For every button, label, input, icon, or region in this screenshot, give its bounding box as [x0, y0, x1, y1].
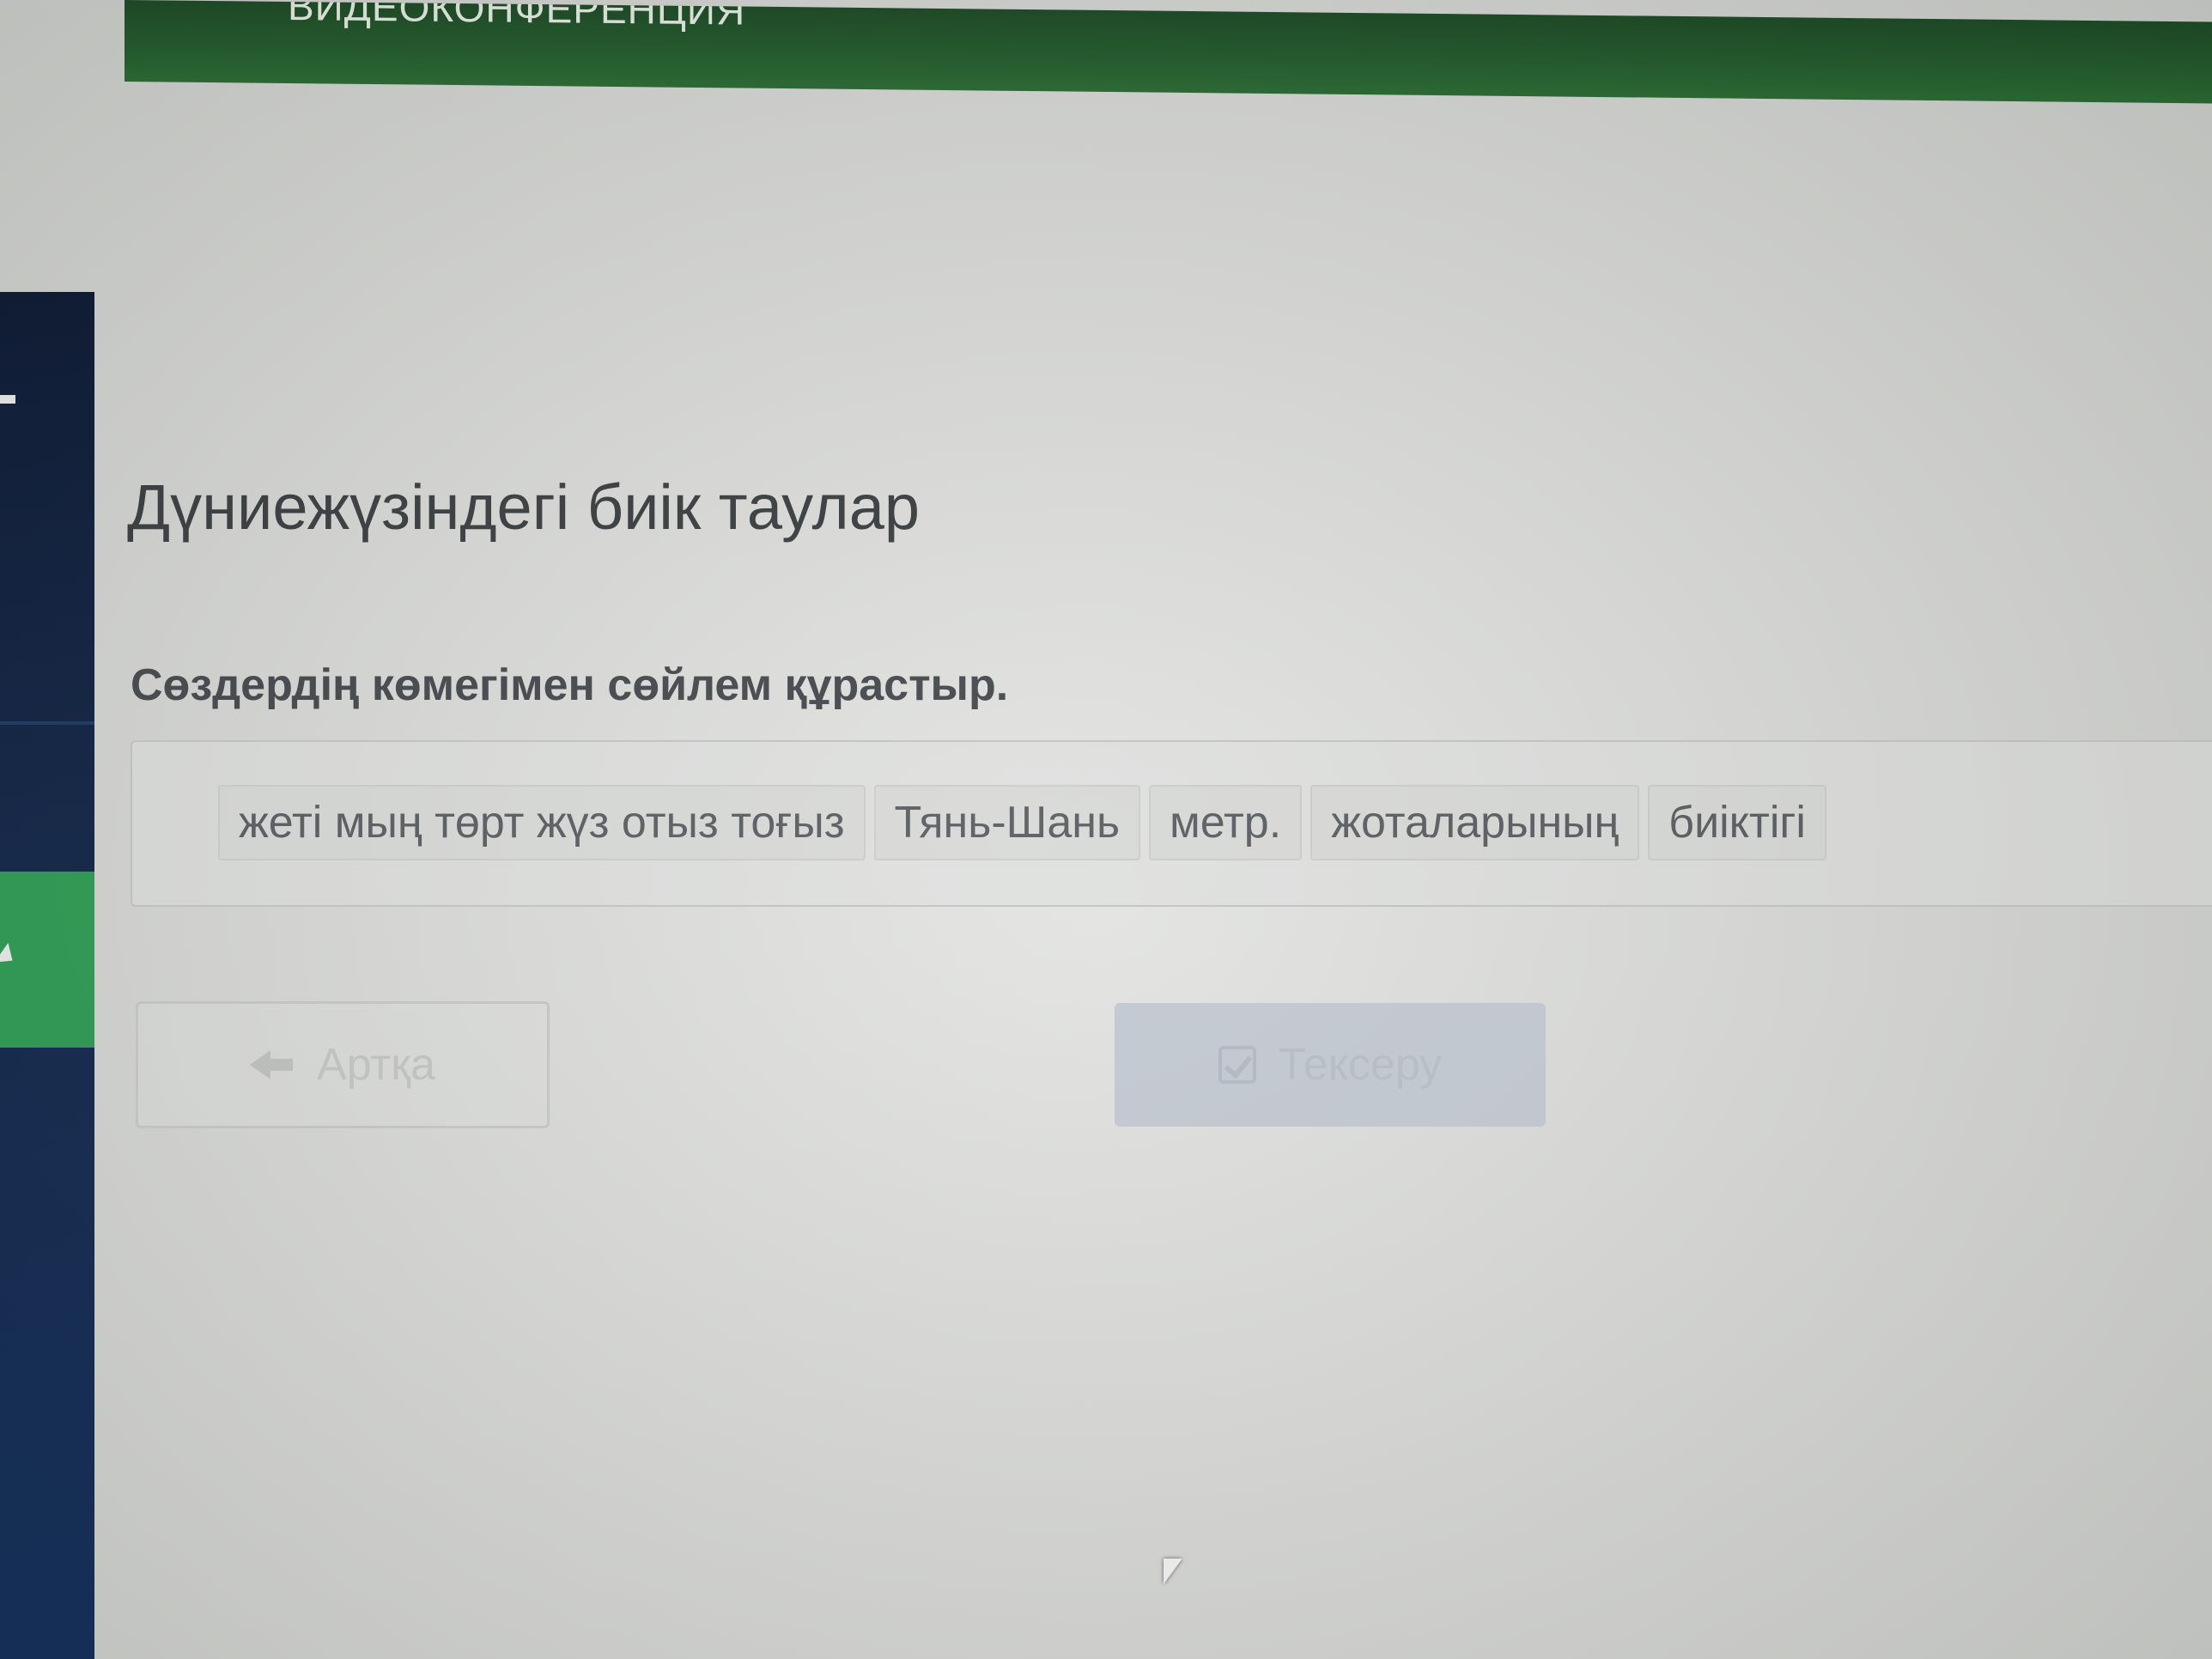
page-title: Дүниежүзіндегі биік таулар	[127, 471, 921, 543]
word-chip[interactable]: метр.	[1149, 785, 1303, 860]
word-bank: жеті мың төрт жүз отыз тоғыз Тянь-Шань м…	[218, 785, 1826, 860]
header-title: ВИДЕОКОНФЕРЕНЦИЯ	[288, 0, 746, 33]
word-chip[interactable]: жеті мың төрт жүз отыз тоғыз	[218, 785, 866, 860]
word-chip[interactable]: Тянь-Шань	[873, 785, 1141, 860]
check-button[interactable]: Тексеру	[1115, 1003, 1546, 1127]
back-button[interactable]: Артқа	[136, 1001, 550, 1128]
screen: ВИДЕОКОНФЕРЕНЦИЯ Дүниежүзіндегі биік тау…	[0, 0, 2212, 1659]
top-strip	[0, 0, 125, 10]
sidebar-active-item[interactable]	[0, 872, 94, 1048]
word-chip[interactable]: биіктігі	[1648, 785, 1826, 860]
sentence-builder-area[interactable]: жеті мың төрт жүз отыз тоғыз Тянь-Шань м…	[131, 740, 2212, 907]
task-instruction: Сөздердің көмегімен сөйлем құрастыр.	[131, 660, 1009, 710]
back-button-label: Артқа	[317, 1040, 435, 1090]
sidebar-divider	[0, 721, 94, 725]
check-button-label: Тексеру	[1278, 1040, 1443, 1090]
check-icon	[1218, 1046, 1256, 1084]
arrow-left-icon	[250, 1050, 294, 1079]
left-sidebar[interactable]	[0, 292, 94, 1659]
top-header: ВИДЕОКОНФЕРЕНЦИЯ	[125, 0, 2212, 104]
mouse-cursor-icon	[1164, 1559, 1182, 1584]
word-chip[interactable]: жоталарының	[1310, 785, 1640, 860]
sidebar-menu-mark	[0, 395, 15, 404]
